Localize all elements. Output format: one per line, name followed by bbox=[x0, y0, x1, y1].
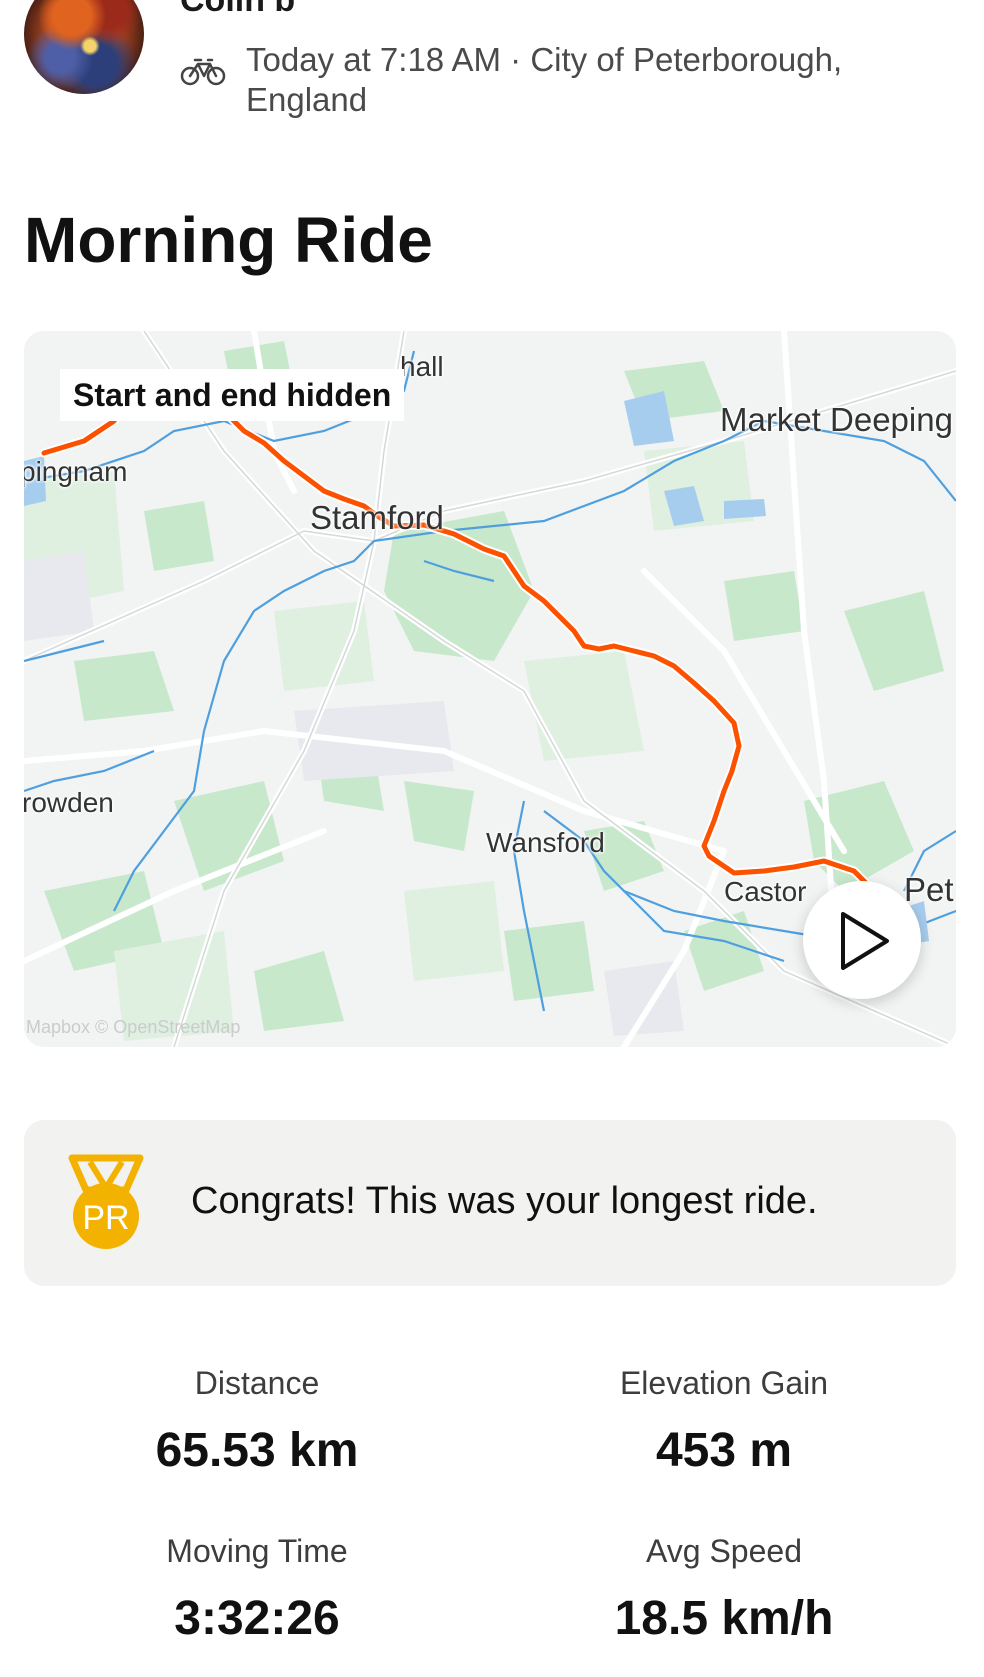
activity-title: Morning Ride bbox=[24, 204, 433, 276]
map-label-castor: Castor bbox=[724, 876, 807, 907]
athlete-avatar[interactable] bbox=[24, 0, 144, 94]
map-label-ingham: pingnam bbox=[24, 456, 128, 487]
stat-avg-speed-value: 18.5 km/h bbox=[614, 1592, 834, 1645]
map-label-wansford: Wansford bbox=[486, 827, 605, 858]
stat-distance-label: Distance bbox=[194, 1365, 320, 1401]
stat-avg-speed: Avg Speed 18.5 km/h bbox=[494, 1531, 954, 1647]
activity-header: Colin b Today at 7:18 AM · City of Peter… bbox=[0, 0, 984, 150]
stat-elevation-label: Elevation Gain bbox=[619, 1365, 829, 1401]
achievement-card[interactable]: PR Congrats! This was your longest ride. bbox=[24, 1120, 956, 1286]
athlete-name[interactable]: Colin b bbox=[180, 0, 295, 20]
stat-elevation-value: 453 m bbox=[655, 1424, 793, 1477]
map-label-peterborough: Pet bbox=[904, 871, 954, 908]
play-icon bbox=[841, 912, 889, 970]
stat-avg-speed-label: Avg Speed bbox=[646, 1533, 802, 1569]
stat-moving-time: Moving Time 3:32:26 bbox=[27, 1531, 487, 1647]
medal-icon: PR bbox=[68, 1154, 144, 1249]
bike-icon bbox=[180, 58, 226, 86]
activity-date-location: Today at 7:18 AM · City of Peterborough,… bbox=[246, 41, 843, 118]
map-attribution[interactable]: Mapbox © OpenStreetMap bbox=[26, 1017, 240, 1038]
achievement-message: Congrats! This was your longest ride. bbox=[191, 1180, 818, 1222]
stat-elevation: Elevation Gain 453 m bbox=[494, 1363, 954, 1479]
map-label-rowden: rowden bbox=[24, 787, 114, 818]
map-label-market-deeping: Market Deeping bbox=[720, 401, 953, 438]
flyby-play-button[interactable] bbox=[803, 881, 921, 999]
pr-badge-text: PR bbox=[82, 1199, 129, 1237]
privacy-zone-badge: Start and end hidden bbox=[60, 369, 405, 421]
stat-moving-time-label: Moving Time bbox=[166, 1533, 348, 1569]
stat-distance-value: 65.53 km bbox=[155, 1424, 359, 1477]
stat-distance: Distance 65.53 km bbox=[27, 1363, 487, 1479]
stat-moving-time-value: 3:32:26 bbox=[174, 1592, 340, 1645]
map-label-stamford: Stamford bbox=[310, 499, 444, 536]
route-map[interactable]: hall Market Deeping pingnam Stamford row… bbox=[24, 331, 956, 1047]
map-label-hall: hall bbox=[400, 351, 444, 382]
